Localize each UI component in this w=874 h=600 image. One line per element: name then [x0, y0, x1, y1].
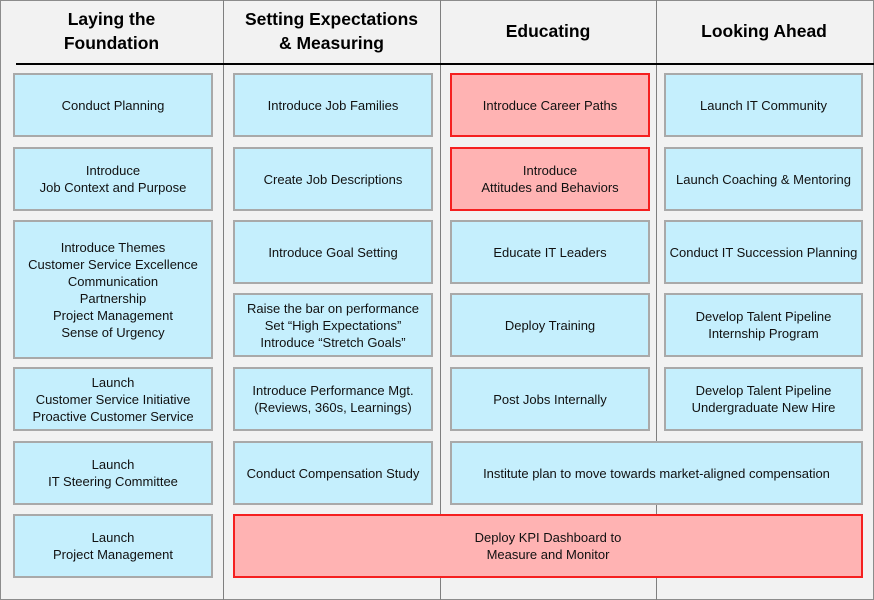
step-introduce-themes: Introduce Themes Customer Service Excell… — [13, 220, 213, 359]
step-kpi-dashboard: Deploy KPI Dashboard to Measure and Moni… — [233, 514, 863, 578]
step-new-hire: Develop Talent Pipeline Undergraduate Ne… — [664, 367, 863, 431]
column-header-expectations: Setting Expectations & Measuring — [244, 9, 419, 53]
step-job-context: Introduce Job Context and Purpose — [13, 147, 213, 211]
column-divider — [440, 0, 441, 600]
step-goal-setting: Introduce Goal Setting — [233, 220, 433, 284]
step-job-families: Introduce Job Families — [233, 73, 433, 137]
step-performance-mgt: Introduce Performance Mgt. (Reviews, 360… — [233, 367, 433, 431]
column-divider — [656, 0, 657, 600]
step-it-community: Launch IT Community — [664, 73, 863, 137]
step-educate-leaders: Educate IT Leaders — [450, 220, 650, 284]
column-divider — [223, 0, 224, 600]
step-compensation-study: Conduct Compensation Study — [233, 441, 433, 505]
header-underline — [16, 63, 874, 65]
step-post-jobs: Post Jobs Internally — [450, 367, 650, 431]
column-header-foundation: Laying the Foundation — [63, 9, 160, 53]
step-succession-planning: Conduct IT Succession Planning — [664, 220, 863, 284]
step-conduct-planning: Conduct Planning — [13, 73, 213, 137]
step-job-descriptions: Create Job Descriptions — [233, 147, 433, 211]
step-customer-service-initiative: Launch Customer Service Initiative Proac… — [13, 367, 213, 431]
step-deploy-training: Deploy Training — [450, 293, 650, 357]
step-project-management: Launch Project Management — [13, 514, 213, 578]
step-internship-program: Develop Talent Pipeline Internship Progr… — [664, 293, 863, 357]
step-market-aligned-compensation: Institute plan to move towards market-al… — [450, 441, 863, 505]
step-attitudes-behaviors: Introduce Attitudes and Behaviors — [450, 147, 650, 211]
step-it-steering-committee: Launch IT Steering Committee — [13, 441, 213, 505]
step-coaching-mentoring: Launch Coaching & Mentoring — [664, 147, 863, 211]
column-header-looking-ahead: Looking Ahead — [701, 21, 827, 41]
step-career-paths: Introduce Career Paths — [450, 73, 650, 137]
column-header-educating: Educating — [505, 21, 591, 41]
step-raise-the-bar: Raise the bar on performance Set “High E… — [233, 293, 433, 357]
